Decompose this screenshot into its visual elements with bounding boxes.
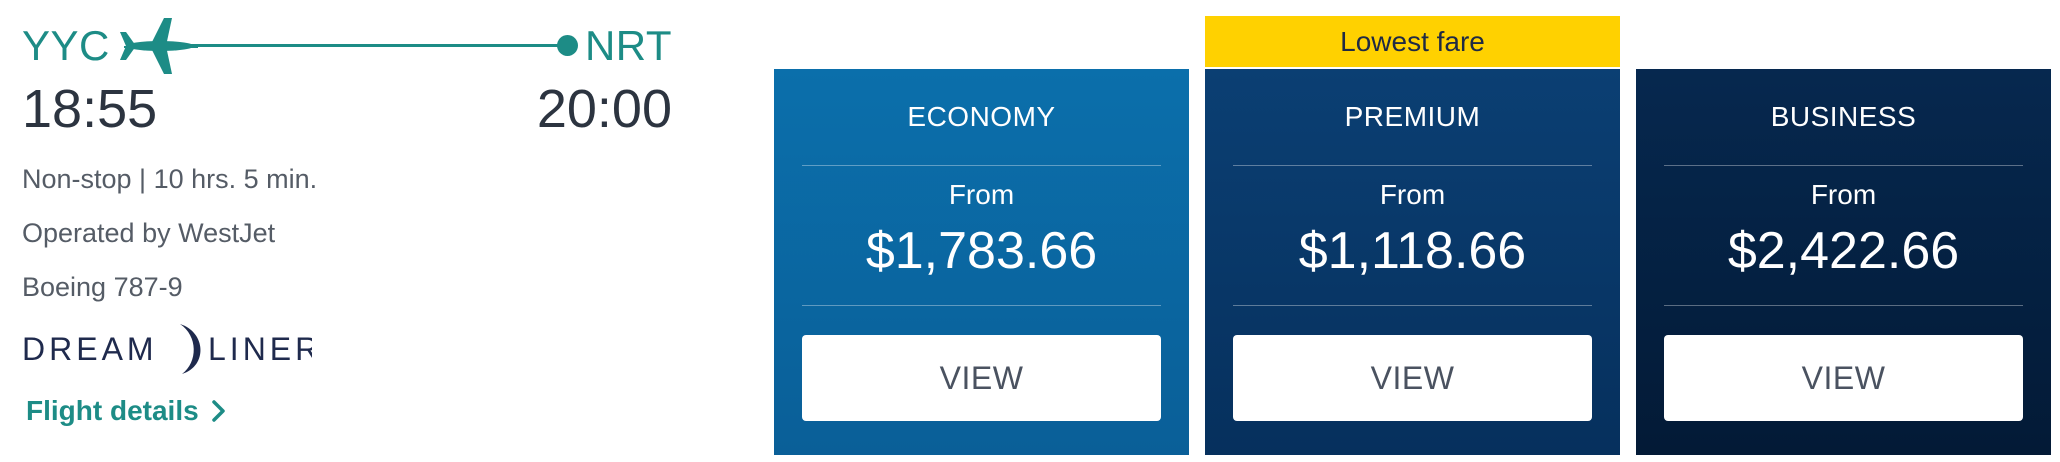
destination-code: NRT [584,22,672,69]
fare-card-premium: PREMIUM From $1,118.66 VIEW [1205,69,1620,455]
fare-class-title: PREMIUM [1344,101,1481,132]
svg-text:LINER: LINER [208,331,312,367]
operator-info: Operated by WestJet [22,218,276,248]
fare-class-title: BUSINESS [1770,101,1917,132]
flight-details-link[interactable]: Flight details [26,395,227,427]
destination-dot-icon [557,35,578,56]
lowest-fare-label: Lowest fare [1340,25,1485,57]
fare-price: $1,783.66 [865,222,1098,280]
airplane-icon [120,18,198,74]
divider [1664,305,2023,306]
origin-code: YYC [22,22,110,69]
svg-text:DREAM: DREAM [22,331,158,367]
arrival-time: 20:00 [536,79,672,139]
route-line [172,44,562,47]
chevron-right-icon [211,400,225,422]
dreamliner-logo: DREAM LINER [22,324,312,374]
flight-times: 18:55 20:00 [22,78,672,144]
route-graphic: YYC NRT [22,18,672,74]
fare-price: $2,422.66 [1727,222,1960,280]
from-label: From [1810,179,1877,210]
fare-class-title: ECONOMY [907,101,1056,132]
divider [1233,305,1592,306]
view-economy-button[interactable]: VIEW [802,335,1161,421]
from-label: From [948,179,1015,210]
divider [1233,165,1592,166]
duration-info: Non-stop | 10 hrs. 5 min. [22,164,318,194]
divider [802,165,1161,166]
fare-card-economy: ECONOMY From $1,783.66 VIEW [774,69,1189,455]
fare-price: $1,118.66 [1298,222,1527,280]
fare-card-business: BUSINESS From $2,422.66 VIEW [1636,69,2051,455]
departure-time: 18:55 [22,79,158,139]
flight-details-label: Flight details [26,395,199,426]
view-business-button[interactable]: VIEW [1664,335,2023,421]
divider [1664,165,2023,166]
divider [802,305,1161,306]
lowest-fare-banner: Lowest fare [1205,16,1620,67]
from-label: From [1379,179,1446,210]
view-premium-button[interactable]: VIEW [1233,335,1592,421]
aircraft-info: Boeing 787-9 [22,272,183,302]
